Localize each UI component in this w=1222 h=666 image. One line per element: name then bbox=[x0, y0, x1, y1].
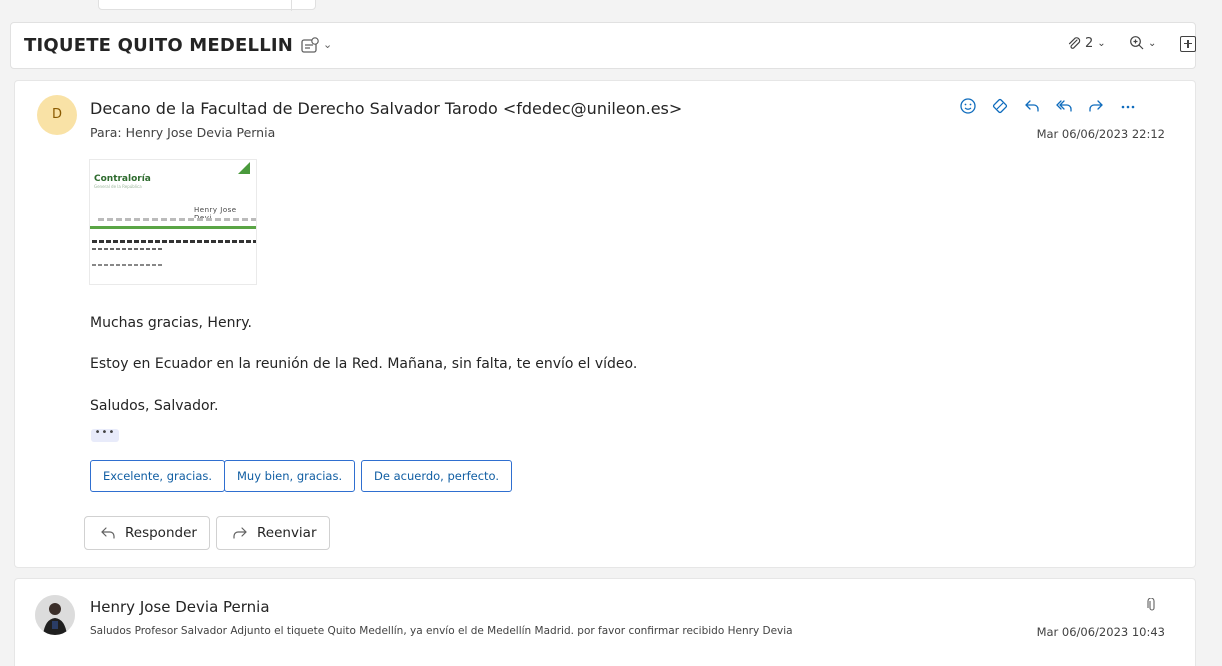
message-card-collapsed[interactable]: Henry Jose Devia Pernia Saludos Profesor… bbox=[14, 578, 1196, 666]
top-strip bbox=[0, 0, 1222, 14]
chevron-down-icon: ⌄ bbox=[1097, 38, 1106, 49]
recipient-line[interactable]: Para: Henry Jose Devia Pernia bbox=[90, 125, 275, 140]
signature-logo-sub: General de la República bbox=[94, 184, 142, 189]
expand-icon[interactable] bbox=[1180, 36, 1196, 52]
category-icon[interactable] bbox=[300, 36, 320, 56]
avatar[interactable]: D bbox=[37, 95, 77, 135]
message-card-expanded: D Decano de la Facultad de Derecho Salva… bbox=[14, 80, 1196, 568]
message-date: Mar 06/06/2023 22:12 bbox=[1036, 127, 1165, 141]
reply-icon bbox=[101, 527, 115, 539]
signature-green-bar bbox=[90, 226, 256, 229]
message-preview: Saludos Profesor Salvador Adjunto el tiq… bbox=[90, 625, 793, 637]
sticker-icon[interactable] bbox=[987, 95, 1013, 117]
attachment-count-value: 2 bbox=[1085, 36, 1094, 51]
signature-line bbox=[92, 264, 164, 266]
forward-button[interactable]: Reenviar bbox=[216, 516, 330, 550]
quick-reply-button[interactable]: De acuerdo, perfecto. bbox=[361, 460, 513, 492]
subject-bar: TIQUETE QUITO MEDELLIN ⌄ 2 ⌄ ⌄ bbox=[10, 22, 1196, 69]
body-paragraph: Saludos, Salvador. bbox=[90, 398, 219, 414]
attachment-count[interactable]: 2 ⌄ bbox=[1067, 36, 1106, 51]
zoom-icon bbox=[1130, 36, 1144, 50]
reply-all-icon[interactable] bbox=[1051, 95, 1077, 117]
show-more-button[interactable]: ••• bbox=[91, 428, 119, 442]
more-icon[interactable] bbox=[1115, 95, 1141, 117]
signature-image[interactable]: Contraloría General de la República Henr… bbox=[89, 159, 257, 285]
emoji-icon[interactable] bbox=[955, 95, 981, 117]
chevron-down-icon: ⌄ bbox=[1148, 37, 1157, 49]
signature-line bbox=[92, 240, 256, 243]
quick-reply-button[interactable]: Muy bien, gracias. bbox=[224, 460, 356, 492]
signature-line bbox=[92, 248, 162, 250]
forward-icon bbox=[233, 527, 247, 539]
thread-subject: TIQUETE QUITO MEDELLIN bbox=[24, 35, 294, 56]
reply-button[interactable]: Responder bbox=[84, 516, 210, 550]
paperclip-icon bbox=[1147, 597, 1157, 616]
sender-name[interactable]: Henry Jose Devia Pernia bbox=[90, 598, 270, 616]
body-paragraph: Muchas gracias, Henry. bbox=[90, 315, 252, 331]
message-actions bbox=[955, 95, 1147, 117]
logo-slash bbox=[238, 162, 250, 174]
reply-icon[interactable] bbox=[1019, 95, 1045, 117]
reply-label: Responder bbox=[125, 525, 197, 541]
body-paragraph: Estoy en Ecuador en la reunión de la Red… bbox=[90, 356, 638, 372]
top-search-box[interactable] bbox=[98, 0, 316, 11]
paperclip-icon bbox=[1068, 36, 1081, 49]
chevron-down-icon[interactable]: ⌄ bbox=[323, 38, 332, 51]
quick-reply-button[interactable]: Excelente, gracias. bbox=[90, 460, 226, 492]
forward-icon[interactable] bbox=[1083, 95, 1109, 117]
message-date: Mar 06/06/2023 10:43 bbox=[1036, 625, 1165, 639]
top-search-divider bbox=[291, 0, 292, 11]
forward-label: Reenviar bbox=[257, 525, 317, 541]
signature-line bbox=[98, 218, 256, 221]
sender-name[interactable]: Decano de la Facultad de Derecho Salvado… bbox=[90, 99, 682, 118]
avatar[interactable] bbox=[35, 595, 75, 635]
signature-logo: Contraloría bbox=[94, 174, 151, 184]
zoom-control[interactable]: ⌄ bbox=[1129, 35, 1156, 51]
